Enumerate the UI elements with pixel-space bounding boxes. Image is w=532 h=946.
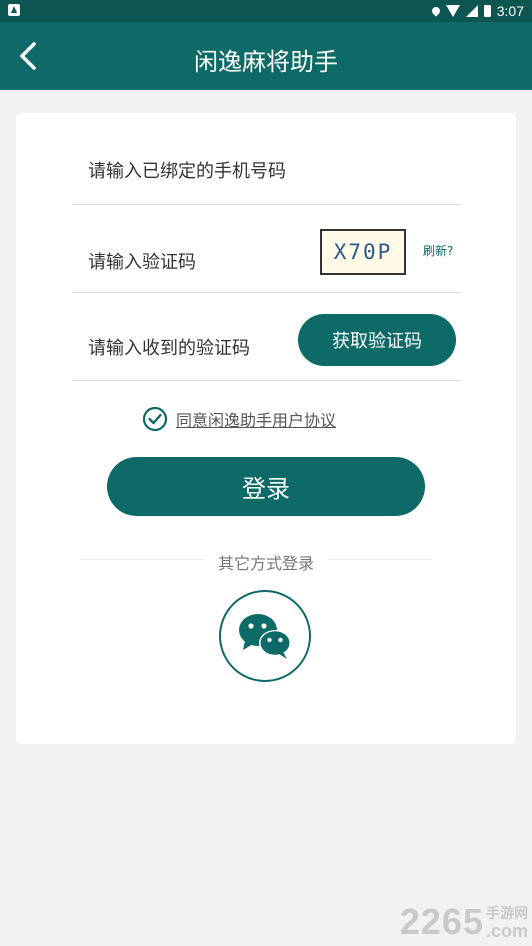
agreement-link[interactable]: 同意闲逸助手用户协议 xyxy=(176,407,336,431)
status-time: 3:07 xyxy=(496,3,524,19)
location-icon xyxy=(430,5,442,17)
check-circle-icon[interactable] xyxy=(142,406,168,432)
status-icons: 3:07 xyxy=(430,3,524,19)
other-login-label-row: 其它方式登录 xyxy=(16,550,516,574)
battery-icon xyxy=(483,5,491,17)
phone-field[interactable]: 请输入已绑定的手机号码 xyxy=(72,113,460,205)
wechat-icon xyxy=(239,614,291,659)
refresh-captcha-link[interactable]: 刷新? xyxy=(423,242,453,259)
agreement-row[interactable]: 同意闲逸助手用户协议 xyxy=(142,405,336,433)
login-screen: 3:07 闲逸麻将助手 请输入已绑定的手机号码 请输入验证码 X70P 刷新? … xyxy=(0,0,532,946)
app-header: 闲逸麻将助手 xyxy=(0,22,532,90)
get-code-button[interactable]: 获取验证码 xyxy=(298,314,456,366)
watermark-domain: .com xyxy=(485,921,528,941)
wifi-icon xyxy=(445,5,460,17)
wechat-login-button[interactable] xyxy=(219,590,311,682)
status-bar: 3:07 xyxy=(0,0,532,22)
watermark-cn: 手游网 xyxy=(485,905,528,922)
captcha-field[interactable]: 请输入验证码 X70P 刷新? xyxy=(72,204,460,293)
captcha-image[interactable]: X70P xyxy=(320,229,406,275)
captcha-input-placeholder: 请输入验证码 xyxy=(88,252,196,273)
other-login-label: 其它方式登录 xyxy=(203,554,328,573)
login-card: 请输入已绑定的手机号码 请输入验证码 X70P 刷新? 请输入收到的验证码 获取… xyxy=(16,113,516,744)
signal-icon xyxy=(465,5,478,17)
watermark-number: 2265 xyxy=(399,901,484,942)
sms-code-input-placeholder: 请输入收到的验证码 xyxy=(88,338,250,359)
watermark: 2265 手游网 .com xyxy=(399,901,528,942)
login-button[interactable]: 登录 xyxy=(107,457,425,516)
app-notification-icon xyxy=(8,4,20,16)
page-title: 闲逸麻将助手 xyxy=(194,48,338,76)
sms-code-field[interactable]: 请输入收到的验证码 获取验证码 xyxy=(72,292,460,381)
phone-input-placeholder: 请输入已绑定的手机号码 xyxy=(88,161,286,182)
watermark-side: 手游网 .com xyxy=(485,905,528,941)
